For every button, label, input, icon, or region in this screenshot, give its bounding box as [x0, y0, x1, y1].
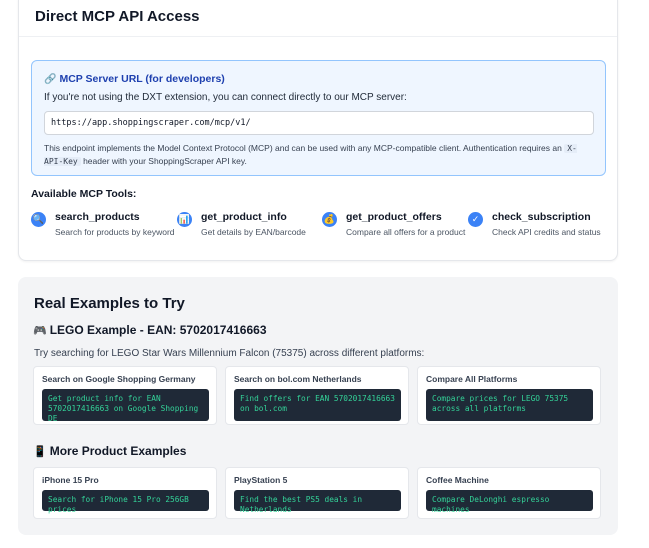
tool-desc: Check API credits and status [492, 227, 601, 237]
examples-card: Real Examples to Try 🎮 LEGO Example - EAN… [18, 277, 618, 535]
more-examples-heading: 📱 More Product Examples [33, 444, 186, 458]
example-label: iPhone 15 Pro [42, 475, 99, 485]
mcp-server-url-panel: 🔗 MCP Server URL (for developers) If you'… [31, 60, 606, 176]
example-card: Coffee Machine Compare DeLonghi espresso… [417, 467, 601, 519]
mcp-access-card: Direct MCP API Access 🔗 MCP Server URL (f… [18, 0, 618, 261]
mcp-server-note: This endpoint implements the Model Conte… [44, 142, 596, 168]
example-prompt-code[interactable]: Compare DeLonghi espresso machines [426, 490, 593, 514]
example-prompt-code[interactable]: Search for iPhone 15 Pro 256GB prices [42, 490, 209, 514]
example-label: PlayStation 5 [234, 475, 288, 485]
bar-chart-icon: 📊 [177, 212, 192, 227]
example-label: Compare All Platforms [426, 374, 518, 384]
example-card: Search on bol.com Netherlands Find offer… [225, 366, 409, 425]
game-controller-icon: 🎮 [33, 325, 47, 337]
tools-heading: Available MCP Tools: [31, 188, 137, 200]
lego-example-title: LEGO Example - EAN: 5702017416663 [49, 323, 267, 337]
tool-desc: Search for products by keyword [55, 227, 175, 237]
example-label: Coffee Machine [426, 475, 489, 485]
link-icon: 🔗 [44, 74, 57, 85]
example-prompt-code[interactable]: Get product info for EAN 5702017416663 o… [42, 389, 209, 423]
tool-desc: Compare all offers for a product [346, 227, 466, 237]
lego-example-heading: 🎮 LEGO Example - EAN: 5702017416663 [33, 323, 267, 337]
tool-get-product-info: 📊 get_product_info Get details by EAN/ba… [177, 211, 317, 243]
mcp-server-url-heading: 🔗 MCP Server URL (for developers) [44, 73, 225, 85]
example-card: PlayStation 5 Find the best PS5 deals in… [225, 467, 409, 519]
example-card: Compare All Platforms Compare prices for… [417, 366, 601, 425]
mcp-access-title: Direct MCP API Access [35, 8, 200, 25]
mcp-server-url-field[interactable]: https://app.shoppingscraper.com/mcp/v1/ [44, 111, 594, 135]
examples-title: Real Examples to Try [34, 295, 185, 312]
money-bag-icon: 💰 [322, 212, 337, 227]
tool-name: check_subscription [492, 211, 591, 223]
tool-desc: Get details by EAN/barcode [201, 227, 306, 237]
more-examples-title: More Product Examples [49, 444, 187, 458]
example-prompt-code[interactable]: Compare prices for LEGO 75375 across all… [426, 389, 593, 421]
mobile-phone-icon: 📱 [33, 446, 47, 458]
tool-name: search_products [55, 211, 140, 223]
example-prompt-code[interactable]: Find the best PS5 deals in Netherlands [234, 490, 401, 514]
magnifier-icon: 🔍 [31, 212, 46, 227]
example-label: Search on Google Shopping Germany [42, 374, 196, 384]
check-icon: ✓ [468, 212, 483, 227]
tool-name: get_product_info [201, 211, 287, 223]
example-label: Search on bol.com Netherlands [234, 374, 362, 384]
note-text-after: header with your ShoppingScraper API key… [80, 156, 247, 166]
divider [19, 36, 617, 37]
tool-name: get_product_offers [346, 211, 442, 223]
tool-get-product-offers: 💰 get_product_offers Compare all offers … [322, 211, 466, 243]
example-prompt-code[interactable]: Find offers for EAN 5702017416663 on bol… [234, 389, 401, 421]
example-card: iPhone 15 Pro Search for iPhone 15 Pro 2… [33, 467, 217, 519]
mcp-server-url-title: MCP Server URL (for developers) [59, 73, 225, 85]
mcp-server-intro: If you're not using the DXT extension, y… [44, 92, 407, 103]
example-card: Search on Google Shopping Germany Get pr… [33, 366, 217, 425]
tool-search-products: 🔍 search_products Search for products by… [31, 211, 175, 243]
note-text-before: This endpoint implements the Model Conte… [44, 143, 565, 153]
tool-check-subscription: ✓ check_subscription Check API credits a… [468, 211, 608, 243]
lego-example-desc: Try searching for LEGO Star Wars Millenn… [34, 348, 425, 359]
